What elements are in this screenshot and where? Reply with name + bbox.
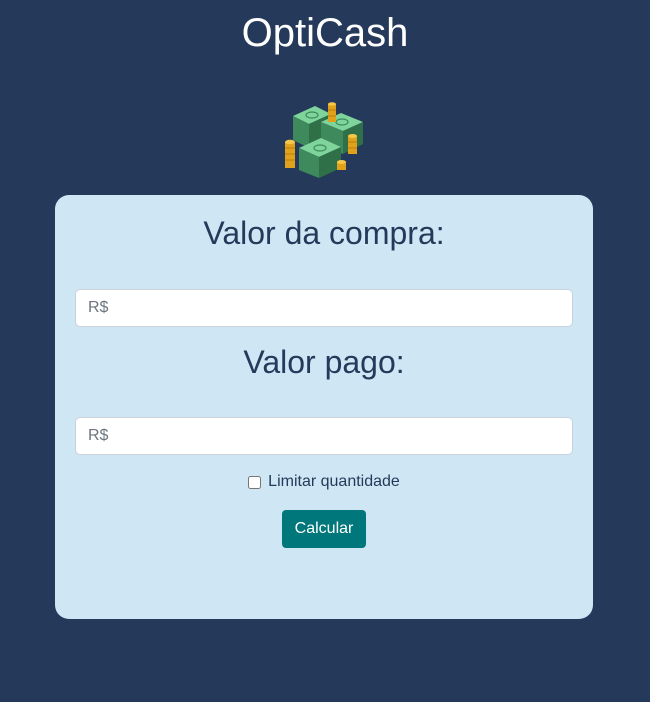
paid-value-input[interactable] <box>75 417 573 455</box>
limit-quantity-label[interactable]: Limitar quantidade <box>268 472 400 492</box>
limit-quantity-checkbox[interactable] <box>248 475 262 489</box>
limit-quantity-row: Limitar quantidade <box>55 472 593 492</box>
app-title: OptiCash <box>241 11 409 55</box>
paid-value-heading: Valor pago: <box>243 344 405 380</box>
purchase-value-heading: Valor da compra: <box>203 215 445 251</box>
calculate-button[interactable]: Calcular <box>282 510 366 548</box>
purchase-value-input[interactable] <box>75 289 573 327</box>
calculator-card: Valor da compra: Valor pago: Limitar qua… <box>55 195 593 619</box>
money-stack-coins-icon <box>283 98 367 182</box>
